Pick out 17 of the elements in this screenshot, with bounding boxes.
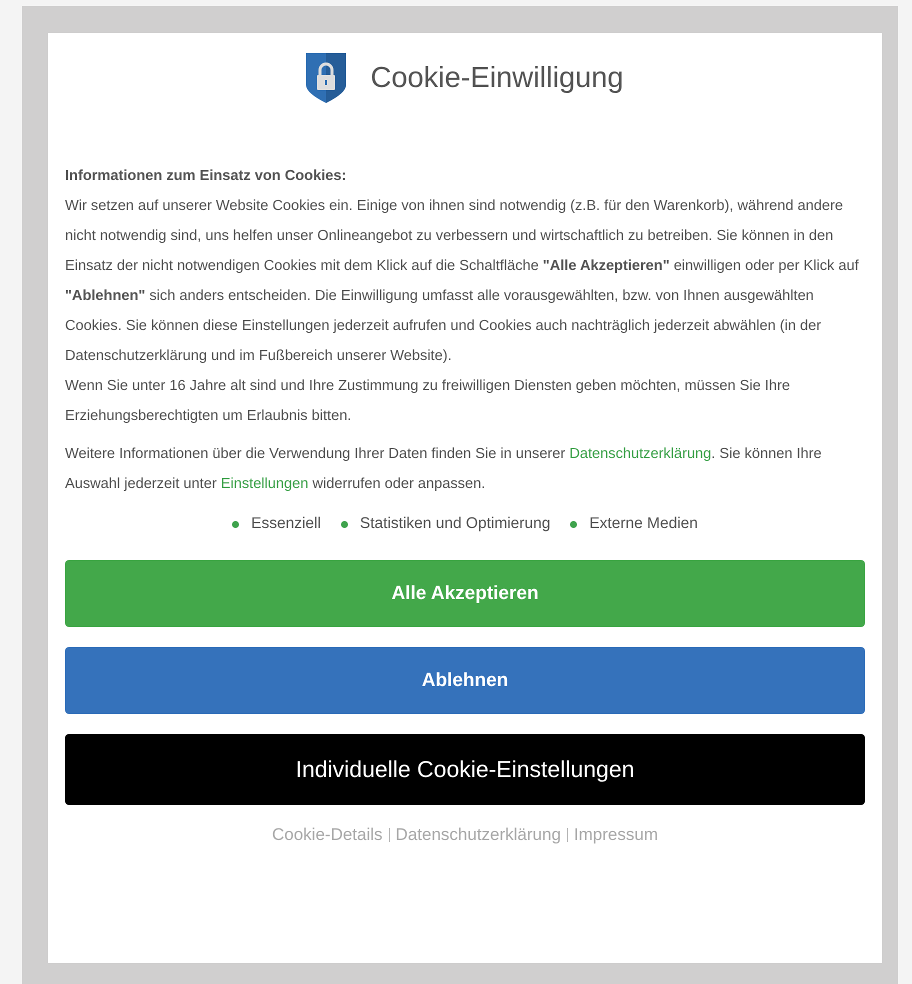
- category-label: Essenziell: [251, 515, 321, 533]
- dialog-title: Cookie-Einwilligung: [370, 62, 624, 94]
- shield-lock-icon: [306, 53, 346, 103]
- info-paragraph: Wenn Sie unter 16 Jahre alt sind und Ihre Zustimmung zu freiwilligen Diensten geben möchten, müssen Sie Ihre Erziehungsberechtigten um Erlaubnis bitten.: [65, 377, 791, 426]
- privacy-link[interactable]: Einstellungen: [220, 476, 308, 492]
- footer-link[interactable]: Cookie-Details: [272, 825, 383, 845]
- accept-button[interactable]: Alle Akzeptieren: [65, 560, 865, 627]
- info-paragraph: Wir setzen auf unserer Website Cookies ein. Einige von ihnen sind notwendig (z.B. für den Warenkorb), während andere nicht notwendig sind, uns helfen unser Onlineangebot zu verbessern und wirtschaftlich zu betreiben. Sie können in den Einsatz der nicht notwendigen Cookies mit dem Klick auf die Schaltfläche "Alle Akzeptieren" einwilligen oder per Klick auf "Ablehnen" sich anders entscheiden. Die Einwilligung umfasst alle vorausgewählten, bzw. von Ihnen ausgewählten Cookies. Sie können diese Einstellungen jederzeit aufrufen und Cookies auch nachträglich jederzeit abwählen (in der Datenschutzerklärung und im Fußbereich unserer Website).: [65, 197, 860, 366]
- footer-link[interactable]: Impressum: [574, 825, 658, 845]
- category-label: Statistiken und Optimierung: [360, 515, 550, 533]
- category-label: Externe Medien: [589, 515, 698, 533]
- footer-link[interactable]: Datenschutzerklärung: [396, 825, 561, 845]
- info-paragraph: Weitere Informationen über die Verwendung Ihrer Daten finden Sie in unserer Datenschutzerklärung. Sie können Ihre Auswahl jederzeit unter Einstellungen widerrufen oder anpassen.: [65, 445, 823, 494]
- section-heading: Informationen zum Einsatz von Cookies:: [65, 167, 348, 186]
- settings-button[interactable]: Individuelle Cookie-Einstellungen: [65, 734, 865, 805]
- reject-button[interactable]: Ablehnen: [65, 647, 865, 714]
- privacy-link[interactable]: Datenschutzerklärung: [569, 446, 712, 462]
